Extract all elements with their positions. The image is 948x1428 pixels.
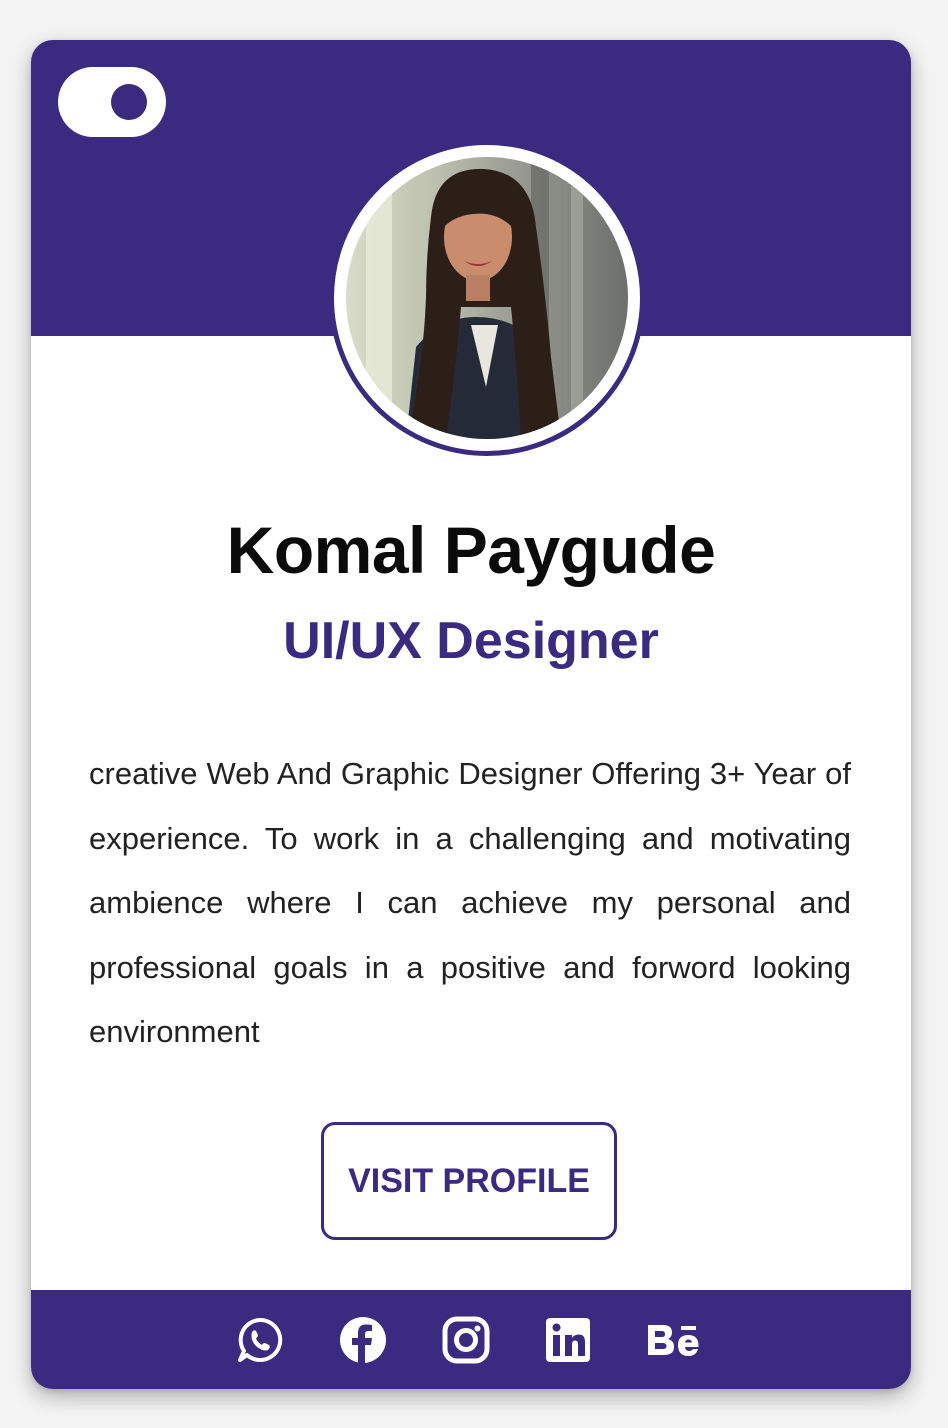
social-footer <box>31 1290 911 1389</box>
avatar <box>346 157 628 439</box>
facebook-icon[interactable] <box>338 1315 388 1365</box>
profile-card: Komal Paygude UI/UX Designer creative We… <box>31 40 911 1389</box>
avatar-photo <box>346 157 628 439</box>
toggle-knob <box>111 84 147 120</box>
linkedin-icon[interactable] <box>543 1315 593 1365</box>
visit-profile-button[interactable]: VISIT PROFILE <box>321 1122 617 1240</box>
behance-icon[interactable] <box>645 1315 705 1365</box>
profile-name: Komal Paygude <box>226 513 716 587</box>
instagram-icon[interactable] <box>441 1315 491 1365</box>
profile-role: UI/UX Designer <box>283 612 659 670</box>
whatsapp-icon[interactable] <box>235 1315 285 1365</box>
theme-toggle[interactable] <box>58 67 166 137</box>
profile-bio: creative Web And Graphic Designer Offeri… <box>89 756 851 1049</box>
avatar-frame <box>329 140 645 456</box>
